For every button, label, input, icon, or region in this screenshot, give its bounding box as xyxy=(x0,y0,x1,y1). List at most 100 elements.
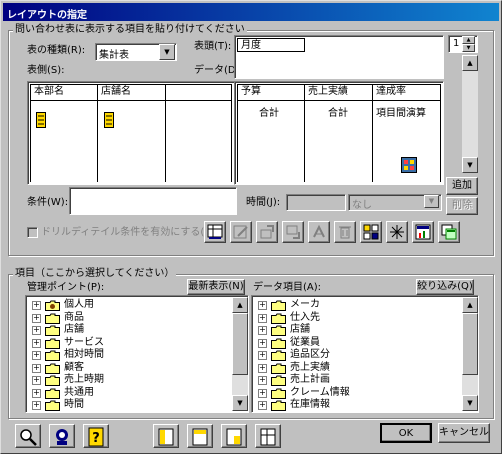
scroll-down-icon[interactable]: ▼ xyxy=(232,395,248,411)
header-field-month[interactable]: 月度 xyxy=(237,38,305,52)
condition-field[interactable] xyxy=(69,187,237,215)
expand-icon[interactable]: + xyxy=(32,338,41,348)
data-column-2[interactable]: 売上実績 xyxy=(305,84,373,101)
data-column-1[interactable]: 予算 xyxy=(237,84,305,101)
data-row-2: 合計 xyxy=(328,108,348,119)
layout-2-icon xyxy=(192,428,208,446)
scroll-down-icon[interactable]: ▼ xyxy=(462,157,478,173)
toolbar-button-7[interactable] xyxy=(360,221,382,243)
cancel-button[interactable]: キャンセル xyxy=(438,423,490,443)
expand-icon[interactable]: + xyxy=(32,301,41,310)
side-column-1[interactable]: 本部名 xyxy=(30,84,98,101)
layout-button-2[interactable] xyxy=(187,424,213,448)
expand-icon[interactable]: + xyxy=(32,313,41,323)
delete-button[interactable]: 削除 xyxy=(446,197,478,215)
table-type-select[interactable]: 集計表 ▼ xyxy=(95,43,177,61)
scroll-down-icon[interactable]: ▼ xyxy=(462,395,478,411)
toolbar-button-8[interactable] xyxy=(386,221,408,243)
expand-icon[interactable]: + xyxy=(32,326,41,335)
dropdown-arrow-icon[interactable]: ▼ xyxy=(159,44,175,60)
table-edit-icon xyxy=(207,224,223,239)
toolbar-button-1[interactable] xyxy=(204,221,226,243)
header-area[interactable]: 月度 xyxy=(234,35,444,79)
ok-button[interactable]: OK xyxy=(380,423,432,443)
data-items-tree[interactable]: + メーカ + 仕入先 + 店舗 + 従業員 + 追品区分 + 売上実績 + 売上計画 + クレーム情報 + 在庫… xyxy=(251,295,479,413)
folder-icon xyxy=(271,300,286,311)
side-column-2[interactable]: 店舗名 xyxy=(98,84,166,101)
folder-icon xyxy=(45,363,60,374)
toolbar-button-9[interactable] xyxy=(412,221,434,243)
data-items-scrollbar[interactable]: ▲ ▼ xyxy=(462,297,478,411)
expand-icon[interactable]: + xyxy=(258,326,267,335)
toolbar-button-5[interactable] xyxy=(308,221,330,243)
toolbar-button-6[interactable] xyxy=(334,221,356,243)
side-grid-line xyxy=(30,101,31,182)
scroll-up-icon[interactable]: ▲ xyxy=(462,297,478,313)
page-spinner[interactable]: 1 ▲ ▼ xyxy=(448,35,478,53)
spin-up-icon[interactable]: ▲ xyxy=(462,36,475,44)
move-down-icon xyxy=(286,225,300,239)
folder-icon xyxy=(271,350,286,361)
sort-icon xyxy=(313,224,325,238)
toolbar-button-3[interactable] xyxy=(256,221,278,243)
expand-icon[interactable]: + xyxy=(258,376,267,385)
spin-down-icon[interactable]: ▼ xyxy=(462,44,475,52)
mgmt-tree[interactable]: + 個人用 + 商品 + 店舗 + サービス + 相対時間 + 顧客 + 売上時期 + 共通用 + 時間 ▲ ▼ xyxy=(25,295,249,413)
data-area[interactable]: 予算 売上実績 達成率 合計 合計 項目間演算 xyxy=(234,81,444,185)
expand-icon[interactable]: + xyxy=(32,363,41,373)
help-icon: ? xyxy=(88,427,104,447)
folder-icon xyxy=(271,375,286,386)
time-field[interactable] xyxy=(286,194,346,211)
add-button[interactable]: 追加 xyxy=(446,177,478,195)
side-area[interactable]: 本部名 店舗名 xyxy=(27,81,235,185)
toolbar-button-2[interactable] xyxy=(230,221,252,243)
mgmt-label: 管理ポイント(P): xyxy=(27,282,105,293)
layout-1-icon xyxy=(158,428,174,446)
edit-icon xyxy=(233,225,248,239)
list-item[interactable]: + 在庫情報 xyxy=(254,398,454,412)
expand-icon[interactable]: + xyxy=(32,376,41,385)
folder-icon xyxy=(271,363,286,374)
data-column-3[interactable]: 達成率 xyxy=(373,84,441,101)
layout-button-1[interactable] xyxy=(153,424,179,448)
list-item-label: 時間 xyxy=(64,399,84,410)
expand-icon[interactable]: + xyxy=(258,313,267,323)
side-column-3[interactable] xyxy=(166,84,232,101)
time-select[interactable]: なし ▼ xyxy=(348,194,442,211)
scroll-thumb[interactable] xyxy=(462,313,478,375)
expand-icon[interactable]: + xyxy=(258,301,267,310)
refresh-button[interactable]: 最新表示(N) xyxy=(187,279,245,295)
mgmt-scrollbar[interactable]: ▲ ▼ xyxy=(232,297,248,411)
filter-button[interactable]: 絞り込み(Q) xyxy=(416,279,474,295)
data-grid-line xyxy=(372,101,373,182)
scroll-up-icon[interactable]: ▲ xyxy=(462,55,478,71)
folder-icon xyxy=(45,350,60,361)
drill-checkbox[interactable] xyxy=(27,227,38,238)
scroll-thumb[interactable] xyxy=(232,313,248,375)
expand-icon[interactable]: + xyxy=(258,351,267,360)
trash-icon xyxy=(339,226,351,239)
list-item[interactable]: + 時間 xyxy=(28,398,228,412)
expand-icon[interactable]: + xyxy=(258,401,267,410)
calc-icon xyxy=(401,157,417,173)
help-button[interactable]: ? xyxy=(83,424,109,448)
folder-icon xyxy=(45,400,60,411)
expand-icon[interactable]: + xyxy=(32,351,41,360)
expand-icon[interactable]: + xyxy=(32,401,41,410)
toolbar-button-10[interactable] xyxy=(438,221,460,243)
expand-icon[interactable]: + xyxy=(258,388,267,398)
toolbar-button-4[interactable] xyxy=(282,221,304,243)
window-title: レイアウトの指定 xyxy=(7,10,87,21)
search-button[interactable] xyxy=(15,424,41,448)
expand-icon[interactable]: + xyxy=(32,388,41,398)
grid-layout-icon xyxy=(363,224,379,240)
expand-icon[interactable]: + xyxy=(258,338,267,348)
layout-button-3[interactable] xyxy=(221,424,247,448)
scroll-up-icon[interactable]: ▲ xyxy=(232,297,248,313)
layout-button-4[interactable] xyxy=(255,424,281,448)
user-help-button[interactable] xyxy=(49,424,75,448)
expand-icon[interactable]: + xyxy=(258,363,267,373)
folder-icon xyxy=(271,388,286,399)
time-dropdown-icon[interactable]: ▼ xyxy=(424,195,439,208)
layout-scrollbar[interactable]: ▲ ▼ xyxy=(462,55,478,173)
